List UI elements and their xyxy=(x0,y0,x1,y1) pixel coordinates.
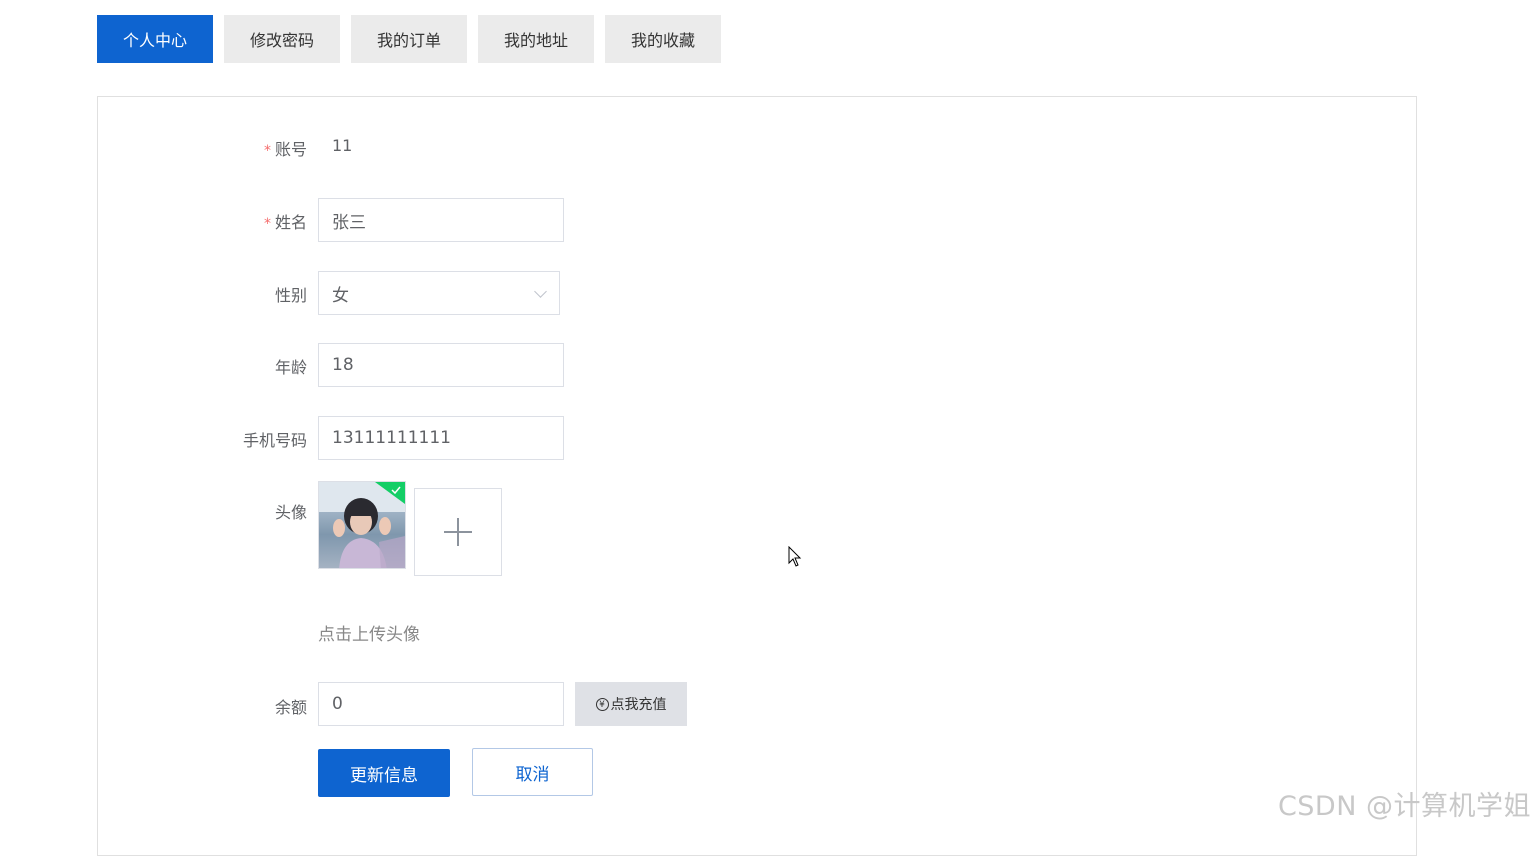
gender-label: 性别 xyxy=(274,286,307,305)
watermark: CSDN @计算机学姐 xyxy=(1277,791,1531,822)
name-input[interactable]: 张三 xyxy=(318,198,564,242)
update-info-button[interactable]: 更新信息 xyxy=(318,749,450,797)
phone-label: 手机号码 xyxy=(242,431,307,450)
success-check-icon xyxy=(375,482,405,504)
age-input[interactable]: 18 xyxy=(318,343,564,387)
mouse-cursor-icon xyxy=(788,546,802,567)
tab-my-address[interactable]: 我的地址 xyxy=(478,15,594,63)
profile-tabs: 个人中心 修改密码 我的订单 我的地址 我的收藏 xyxy=(97,15,732,63)
account-label-text: 账号 xyxy=(274,140,307,159)
name-label-text: 姓名 xyxy=(274,213,307,232)
avatar-image[interactable] xyxy=(318,481,406,569)
tab-change-password[interactable]: 修改密码 xyxy=(224,15,340,63)
age-label: 年龄 xyxy=(274,358,307,377)
tab-personal-center[interactable]: 个人中心 xyxy=(97,15,213,63)
gender-select-value: 女 xyxy=(332,285,349,306)
required-mark: * xyxy=(263,216,271,232)
recharge-label: 点我充值 xyxy=(610,697,667,713)
name-label: * 姓名 xyxy=(264,209,307,233)
tab-my-orders[interactable]: 我的订单 xyxy=(351,15,467,63)
recharge-button[interactable]: ¥ 点我充值 xyxy=(575,682,687,726)
avatar-upload-button[interactable] xyxy=(414,488,502,576)
balance-input[interactable]: 0 xyxy=(318,682,564,726)
required-mark: * xyxy=(263,143,271,159)
phone-input[interactable]: 13111111111 xyxy=(318,416,564,460)
cancel-button[interactable]: 取消 xyxy=(472,748,593,796)
avatar-upload-tip: 点击上传头像 xyxy=(318,625,420,645)
coin-icon: ¥ xyxy=(595,697,609,711)
account-value: 11 xyxy=(332,136,353,155)
avatar-label: 头像 xyxy=(274,503,307,522)
account-label: * 账号 xyxy=(264,136,307,160)
plus-icon xyxy=(444,518,472,546)
chevron-down-icon xyxy=(534,284,547,298)
tab-my-favorites[interactable]: 我的收藏 xyxy=(605,15,721,63)
balance-label: 余额 xyxy=(274,698,307,717)
gender-select[interactable]: 女 xyxy=(318,271,560,315)
